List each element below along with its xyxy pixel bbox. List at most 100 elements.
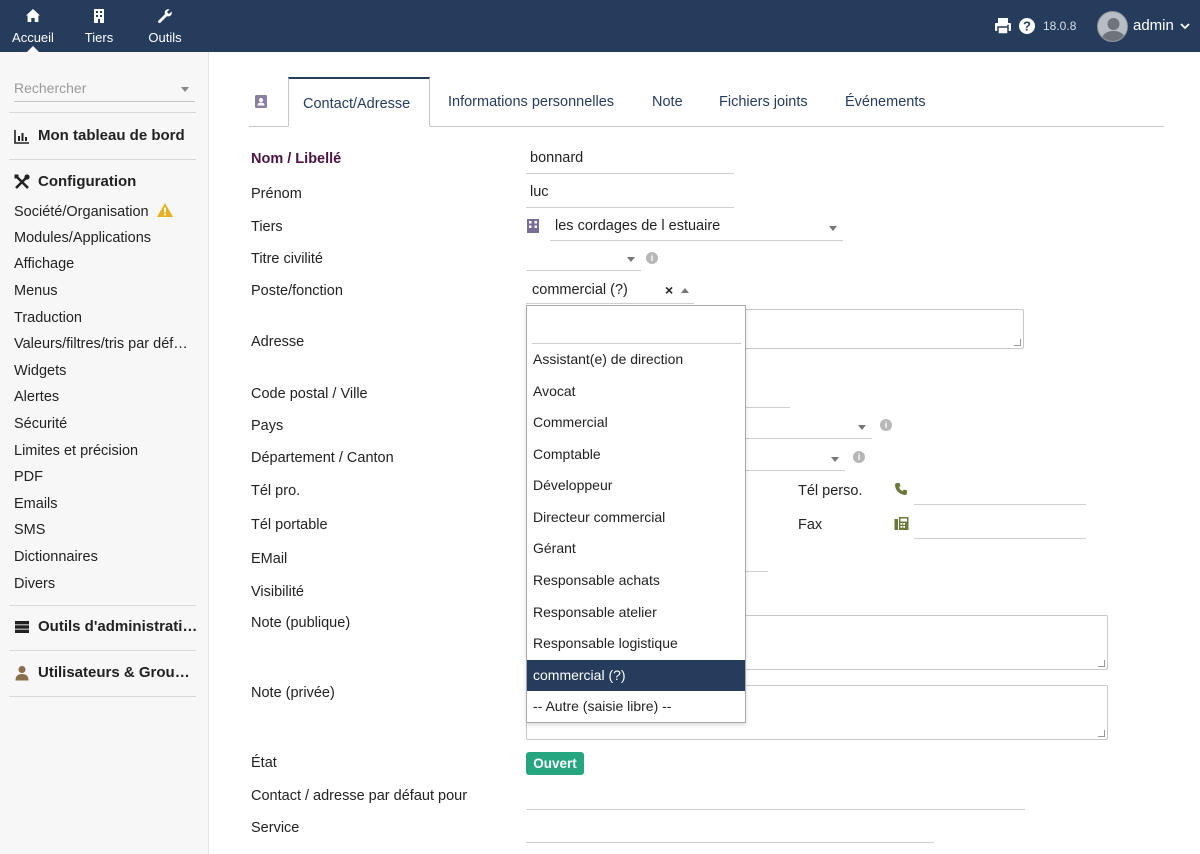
poste-select[interactable]: commercial (?) × [526,279,694,304]
tab-fichiers-joints[interactable]: Fichiers joints [719,77,808,127]
sidebar-admin-tools[interactable]: Outils d'administration [14,618,198,635]
sidebar-item-societe[interactable]: Société/Organisation [14,202,194,220]
poste-label: Poste/fonction [251,283,343,299]
sidebar-item-alertes[interactable]: Alertes [14,389,194,405]
service-label: Service [251,820,300,836]
sidebar-admin-tools-label: Outils d'administration [38,618,198,635]
note-publique-label: Note (publique) [251,615,351,631]
prenom-label: Prénom [251,186,302,202]
nav-tiers-label: Tiers [84,29,114,45]
info-icon[interactable]: i [880,419,892,431]
tiers-label: Tiers [251,219,283,235]
tel-perso-field[interactable] [914,479,1086,505]
tel-portable-label: Tél portable [251,517,328,533]
status-badge: Ouvert [526,752,584,775]
nom-label: Nom / Libellé [251,151,342,167]
tiers-select[interactable]: les cordages de l estuaire [550,216,843,241]
user-name[interactable]: admin [1133,17,1174,34]
fax-label: Fax [798,517,823,533]
contact-defaut-field[interactable] [526,784,1025,810]
building-icon [527,219,539,233]
sidebar-item-menus[interactable]: Menus [14,283,194,299]
departement-select[interactable] [740,446,845,471]
dropdown-option[interactable]: Responsable logistique [527,628,745,659]
print-icon[interactable] [994,17,1012,35]
dropdown-option[interactable]: Commercial [527,407,745,438]
sidebar-item-divers[interactable]: Divers [14,576,194,592]
svg-text:?: ? [1023,19,1031,34]
home-icon [26,8,40,22]
sidebar-item-securite[interactable]: Sécurité [14,416,194,432]
nav-tools-label: Outils [148,29,182,45]
sidebar-item-widgets[interactable]: Widgets [14,363,194,379]
prenom-value: luc [530,184,549,200]
user-silhouette-icon [1101,18,1126,41]
tab-evenements[interactable]: Événements [845,77,926,127]
nav-tools[interactable]: Outils [142,0,188,52]
dropdown-option[interactable]: Gérant [527,533,745,564]
building-icon [94,8,104,23]
sidebar: Rechercher Mon tableau de bord Configura… [0,52,209,854]
tab-contact-adresse[interactable]: Contact/Adresse [288,77,430,127]
tel-pro-label: Tél pro. [251,483,301,499]
tel-perso-label: Tél perso. [798,483,863,499]
phone-icon [895,483,907,495]
dropdown-option[interactable]: Directeur commercial [527,502,745,533]
caret-down-icon [181,87,189,92]
clear-icon[interactable]: × [665,282,673,298]
sidebar-dashboard[interactable]: Mon tableau de bord [14,127,198,144]
note-privee-label: Note (privée) [251,685,335,701]
avatar[interactable] [1097,11,1128,42]
sidebar-item-defaults[interactable]: Valeurs/filtres/tris par défaut [14,336,192,352]
info-icon[interactable]: i [853,451,865,463]
nav-home[interactable]: Accueil [8,0,58,52]
tab-bar: Contact/Adresse Informations personnelle… [249,77,1164,127]
sidebar-item-sms[interactable]: SMS [14,522,194,538]
wrench-icon [158,8,172,23]
sidebar-item-traduction[interactable]: Traduction [14,310,194,326]
tab-note[interactable]: Note [652,77,683,127]
contact-card-icon [255,95,267,108]
sidebar-configuration[interactable]: Configuration [14,173,198,190]
dropdown-option-selected[interactable]: commercial (?) [527,660,745,691]
user-icon [15,665,29,680]
civilite-select[interactable] [526,247,641,271]
dropdown-option[interactable]: Responsable atelier [527,597,745,628]
dropdown-option[interactable]: Assistant(e) de direction [527,344,745,375]
help-icon[interactable]: ? [1018,17,1036,35]
sidebar-item-pdf[interactable]: PDF [14,469,194,485]
pays-select[interactable] [740,414,872,439]
fax-field[interactable] [914,513,1086,539]
sidebar-dashboard-label: Mon tableau de bord [38,127,185,144]
ville-field[interactable] [740,382,790,408]
sidebar-item-modules[interactable]: Modules/Applications [14,230,194,246]
sidebar-users-groups[interactable]: Utilisateurs & Groupes [14,664,198,681]
caret-down-icon [627,257,635,262]
nom-field[interactable]: bonnard [526,149,734,174]
sidebar-item-limites[interactable]: Limites et précision [14,443,194,459]
dropdown-option[interactable]: Avocat [527,376,745,407]
dropdown-search-input[interactable] [532,311,741,344]
dropdown-option[interactable]: -- Autre (saisie libre) -- [527,691,745,722]
sidebar-item-emails[interactable]: Emails [14,496,194,512]
nom-value: bonnard [530,150,584,166]
prenom-field[interactable]: luc [526,183,734,208]
dropdown-option[interactable]: Comptable [527,439,745,470]
divider [9,696,196,697]
chevron-down-icon[interactable] [1180,21,1190,31]
sidebar-item-dictionnaires[interactable]: Dictionnaires [14,549,194,565]
tiers-value: les cordages de l estuaire [555,218,721,234]
tools-icon [14,173,30,189]
fax-icon [894,517,909,530]
pays-label: Pays [251,418,284,434]
info-icon[interactable]: i [646,252,658,264]
dropdown-option[interactable]: Responsable achats [527,565,745,596]
tab-informations-personnelles[interactable]: Informations personnelles [448,77,614,127]
dropdown-option[interactable]: Développeur [527,470,745,501]
server-icon [15,620,29,633]
sidebar-search-select[interactable]: Rechercher [14,78,195,102]
service-field[interactable] [526,816,934,843]
sidebar-item-affichage[interactable]: Affichage [14,256,194,272]
top-bar: Accueil Tiers Outils ? 18.0.8 admin [0,0,1200,52]
nav-tiers[interactable]: Tiers [78,0,120,52]
